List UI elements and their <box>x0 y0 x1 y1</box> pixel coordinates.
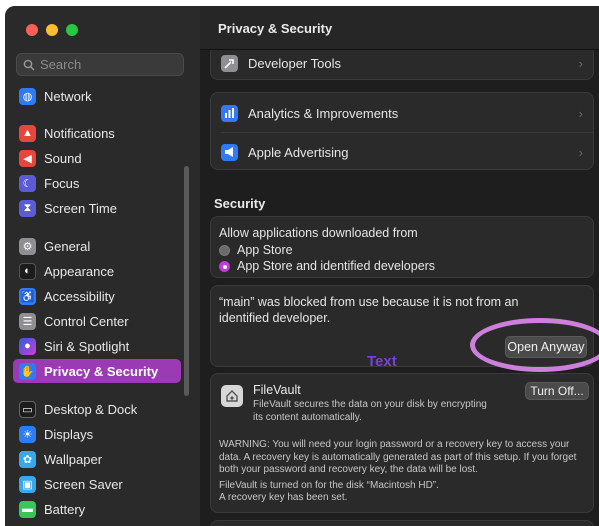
developer-tools-card: Developer Tools › <box>210 50 594 80</box>
filevault-card: FileVault FileVault secures the data on … <box>210 373 594 513</box>
sidebar-item-label: Focus <box>44 175 80 191</box>
blocked-message: “main” was blocked from use because it i… <box>219 295 519 325</box>
filevault-description: FileVault secures the data on your disk … <box>253 399 487 423</box>
radio-button-selected[interactable] <box>219 260 230 272</box>
sidebar-item-label: Sound <box>44 150 82 166</box>
sidebar-item-general[interactable]: ⚙ General <box>13 234 181 258</box>
row-label: Developer Tools <box>248 55 341 71</box>
speaker-icon: ◀ <box>19 149 36 167</box>
zoom-button[interactable] <box>66 24 78 36</box>
sidebar-item-appearance[interactable]: ◐ Appearance <box>13 259 181 283</box>
sidebar-item-accessibility[interactable]: ♿ Accessibility <box>13 284 181 308</box>
sidebar-item-sound[interactable]: ◀ Sound <box>13 146 181 170</box>
globe-icon: ◍ <box>19 87 36 105</box>
main-pane: Privacy & Security Developer Tools › Ana… <box>200 6 599 526</box>
sidebar-item-screen-time[interactable]: ⧗ Screen Time <box>13 196 181 220</box>
sidebar-item-label: Appearance <box>44 263 115 279</box>
chart-icon <box>221 104 238 122</box>
sidebar: Search ◍ Network ▲ Notifications ◀ Sound… <box>5 6 200 526</box>
chevron-right-icon: › <box>578 144 583 160</box>
accessibility-icon: ♿ <box>19 287 36 305</box>
radio-label: App Store <box>237 243 293 257</box>
radio-button[interactable] <box>219 244 230 256</box>
dock-icon: ▭ <box>19 400 36 418</box>
flower-icon: ✿ <box>19 450 36 468</box>
moon-icon: ☾ <box>19 174 36 192</box>
megaphone-icon <box>221 143 238 161</box>
row-label: Apple Advertising <box>248 144 349 160</box>
sidebar-item-network[interactable]: ◍ Network <box>13 84 181 108</box>
sidebar-item-focus[interactable]: ☾ Focus <box>13 171 181 195</box>
sidebar-item-notifications[interactable]: ▲ Notifications <box>13 121 181 145</box>
filevault-title: FileVault <box>253 383 301 397</box>
sidebar-item-label: Screen Time <box>44 200 117 216</box>
filevault-warning: WARNING: You will need your login passwo… <box>219 439 577 475</box>
sidebar-scrollbar[interactable] <box>184 166 189 396</box>
sidebar-item-control-center[interactable]: ☰ Control Center <box>13 309 181 333</box>
next-card <box>210 520 594 526</box>
sidebar-item-siri-spotlight[interactable]: ● Siri & Spotlight <box>13 334 181 358</box>
sidebar-item-label: Privacy & Security <box>44 363 159 379</box>
sidebar-item-displays[interactable]: ☀ Displays <box>13 422 181 446</box>
security-section-title: Security <box>214 196 266 211</box>
filevault-recovery-status: A recovery key has been set. <box>219 492 348 503</box>
chevron-right-icon: › <box>578 105 583 121</box>
settings-window: Search ◍ Network ▲ Notifications ◀ Sound… <box>5 6 599 526</box>
search-icon <box>23 59 35 70</box>
hammer-icon <box>221 54 238 72</box>
sidebar-item-label: Screen Saver <box>44 476 123 492</box>
search-placeholder: Search <box>40 57 82 72</box>
allow-apps-label: Allow applications downloaded from <box>219 226 418 240</box>
sidebar-item-wallpaper[interactable]: ✿ Wallpaper <box>13 447 181 471</box>
search-field[interactable]: Search <box>16 53 184 76</box>
annotation-text: Text <box>367 353 397 370</box>
developer-tools-row[interactable]: Developer Tools › <box>211 44 593 82</box>
window-controls <box>26 24 78 36</box>
turn-off-button[interactable]: Turn Off... <box>525 382 589 400</box>
sidebar-item-screen-saver[interactable]: ▣ Screen Saver <box>13 472 181 496</box>
sidebar-item-label: Control Center <box>44 313 129 329</box>
minimize-button[interactable] <box>46 24 58 36</box>
screensaver-icon: ▣ <box>19 475 36 493</box>
siri-icon: ● <box>19 337 36 355</box>
analytics-card: Analytics & Improvements › Apple Adverti… <box>210 92 594 170</box>
sidebar-item-label: Battery <box>44 501 86 517</box>
sidebar-item-label: Siri & Spotlight <box>44 338 130 354</box>
radio-app-store-identified[interactable]: App Store and identified developers <box>219 259 435 273</box>
page-title: Privacy & Security <box>218 21 333 36</box>
sidebar-item-privacy-security[interactable]: ✋ Privacy & Security <box>13 359 181 383</box>
sidebar-item-label: Notifications <box>44 125 115 141</box>
sidebar-item-label: Displays <box>44 426 94 442</box>
hourglass-icon: ⧗ <box>19 199 36 217</box>
radio-label: App Store and identified developers <box>237 259 436 273</box>
allow-apps-card: Allow applications downloaded from App S… <box>210 216 594 278</box>
appearance-icon: ◐ <box>19 262 36 280</box>
filevault-status: FileVault is turned on for the disk “Mac… <box>219 480 439 491</box>
analytics-row[interactable]: Analytics & Improvements › <box>211 94 593 132</box>
house-lock-icon <box>221 385 243 407</box>
annotation-ellipse <box>470 318 599 372</box>
sidebar-item-battery[interactable]: ▬ Battery <box>13 497 181 521</box>
close-button[interactable] <box>26 24 38 36</box>
apple-advertising-row[interactable]: Apple Advertising › <box>211 133 593 171</box>
control-center-icon: ☰ <box>19 312 36 330</box>
hand-icon: ✋ <box>19 362 36 380</box>
sun-icon: ☀ <box>19 425 36 443</box>
row-label: Analytics & Improvements <box>248 105 399 121</box>
sidebar-item-label: General <box>44 238 91 254</box>
battery-icon: ▬ <box>19 500 36 518</box>
sidebar-item-desktop-dock[interactable]: ▭ Desktop & Dock <box>13 397 181 421</box>
radio-app-store[interactable]: App Store <box>219 243 293 257</box>
gear-icon: ⚙ <box>19 237 36 255</box>
sidebar-item-label: Wallpaper <box>44 451 103 467</box>
chevron-right-icon: › <box>578 55 583 71</box>
sidebar-item-label: Network <box>44 88 92 104</box>
sidebar-item-label: Desktop & Dock <box>44 401 138 417</box>
sidebar-item-label: Accessibility <box>44 288 115 304</box>
bell-icon: ▲ <box>19 124 36 142</box>
